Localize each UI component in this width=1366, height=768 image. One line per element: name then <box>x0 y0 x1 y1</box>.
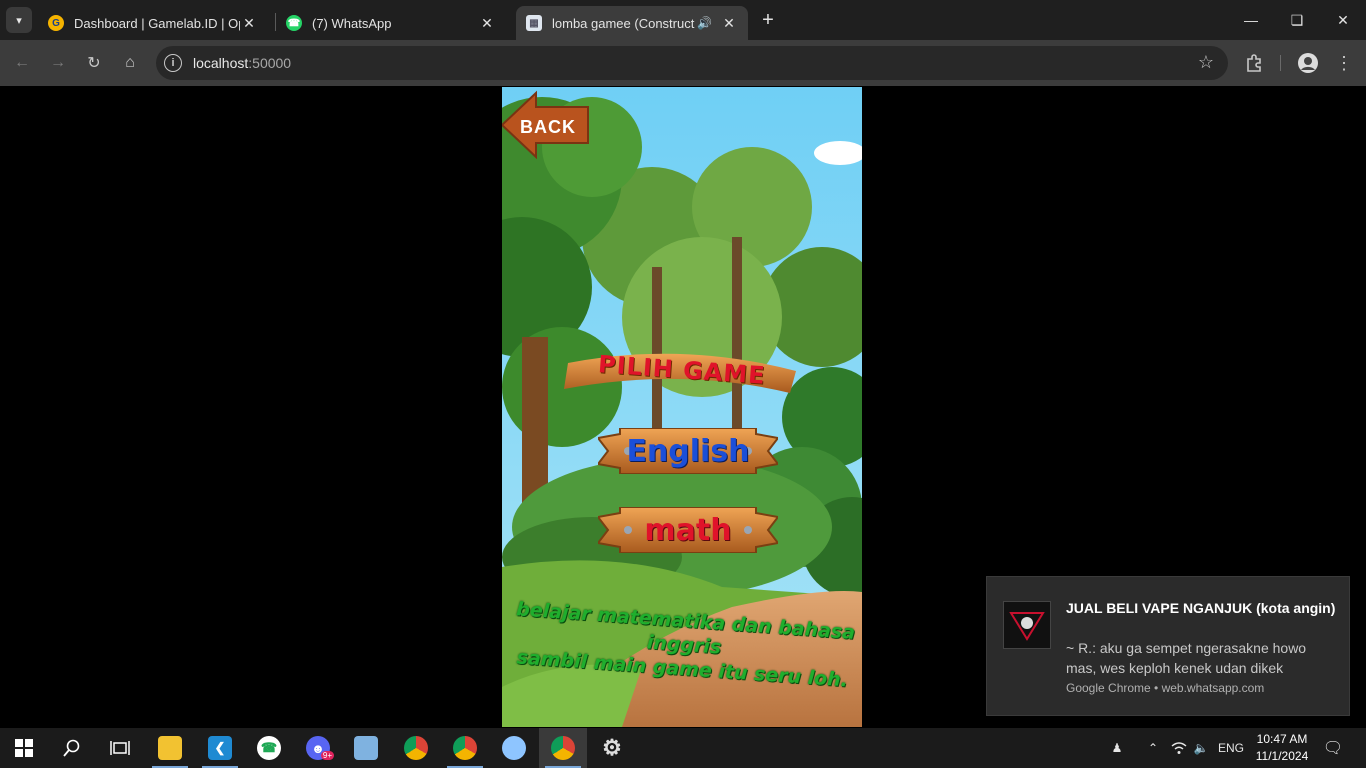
speaker-icon[interactable]: 🔊 <box>697 16 712 30</box>
title-sign: PILIH GAME <box>562 345 802 395</box>
tab-title: lomba gamee (Construct 2 pre <box>552 15 697 31</box>
chrome-active-button[interactable] <box>539 728 587 768</box>
notification-title: JUAL BELI VAPE NGANJUK (kota angin) <box>1066 600 1336 616</box>
chrome-icon <box>404 736 428 760</box>
chevron-up-icon[interactable]: ⌃ <box>1142 728 1164 768</box>
address-bar[interactable]: i localhost:50000 ☆ <box>156 46 1228 80</box>
close-icon[interactable]: ✕ <box>478 14 496 32</box>
tab-whatsapp[interactable]: ☎ (7) WhatsApp ✕ <box>276 6 506 40</box>
notepad-icon <box>354 736 378 760</box>
notepad-button[interactable] <box>342 728 390 768</box>
task-view-button[interactable] <box>96 728 144 768</box>
whatsapp-icon: ☎ <box>257 736 281 760</box>
tab-title: (7) WhatsApp <box>312 15 392 31</box>
file-explorer-button[interactable] <box>146 728 194 768</box>
wifi-icon[interactable] <box>1168 728 1190 768</box>
bookmark-star-icon[interactable]: ☆ <box>1198 52 1214 73</box>
url-port: :50000 <box>248 55 292 71</box>
notification-body: ~ R.: aku ga sempet ngerasakne howo mas,… <box>1066 640 1307 676</box>
folder-icon <box>158 736 182 760</box>
construct-icon: ▦ <box>526 15 542 31</box>
chrome-icon <box>551 736 575 760</box>
url-host: localhost <box>193 55 249 71</box>
tab-gamelab[interactable]: G Dashboard | Gamelab.ID | Optim ✕ <box>38 6 268 40</box>
vscode-icon: ❮ <box>208 736 232 760</box>
gear-icon: ⚙ <box>602 735 622 760</box>
whatsapp-app-button[interactable]: ☎ <box>245 728 293 768</box>
window-close-button[interactable]: ✕ <box>1320 0 1366 40</box>
forward-arrow-icon[interactable]: → <box>45 50 71 76</box>
tab-search-button[interactable]: ▾ <box>6 7 32 33</box>
paint-button[interactable] <box>490 728 538 768</box>
chrome-profile-button[interactable] <box>441 728 489 768</box>
back-arrow-icon[interactable]: ← <box>9 50 35 76</box>
discord-badge: 9+ <box>320 751 334 760</box>
menu-kebab-icon[interactable]: ⋮ <box>1331 50 1357 76</box>
windows-logo-icon <box>15 739 33 757</box>
english-button-label: English <box>626 433 750 469</box>
profile-avatar[interactable] <box>1295 50 1321 76</box>
discord-button[interactable]: ☻ 9+ <box>294 728 342 768</box>
task-view-icon <box>110 741 130 755</box>
vscode-button[interactable]: ❮ <box>196 728 244 768</box>
extensions-icon[interactable] <box>1241 50 1267 76</box>
home-icon[interactable]: ⌂ <box>117 50 143 76</box>
site-info-icon[interactable]: i <box>164 54 182 72</box>
restore-button[interactable]: ❏ <box>1274 0 1320 40</box>
tab-strip: ▾ G Dashboard | Gamelab.ID | Optim ✕ ☎ (… <box>0 0 1366 40</box>
action-center-icon[interactable]: 🗨 <box>1320 728 1346 768</box>
notification-source: Google Chrome • web.whatsapp.com <box>1066 681 1265 695</box>
new-tab-button[interactable]: + <box>756 8 780 32</box>
game-canvas[interactable]: BACK PILIH GAME English math belajar mat… <box>502 87 862 727</box>
back-button[interactable]: BACK <box>502 89 592 159</box>
language-indicator[interactable]: ENG <box>1214 728 1248 768</box>
minimize-button[interactable]: — <box>1228 0 1274 40</box>
volume-icon[interactable]: 🔈 <box>1190 728 1212 768</box>
taskbar: ❮ ☎ ☻ 9+ ⚙ ♟ ⌃ 🔈 ENG 10:47 AM 11/1/2024 … <box>0 728 1366 768</box>
toolbar-separator <box>1280 55 1281 71</box>
tab-construct[interactable]: ▦ lomba gamee (Construct 2 pre 🔊 ✕ <box>516 6 748 40</box>
paint-palette-icon <box>502 736 526 760</box>
gamelab-icon: G <box>48 15 64 31</box>
chrome-icon <box>453 736 477 760</box>
tab-title: Dashboard | Gamelab.ID | Optim <box>74 15 240 31</box>
people-icon[interactable]: ♟ <box>1104 728 1130 768</box>
whatsapp-icon: ☎ <box>286 15 302 31</box>
search-button[interactable] <box>48 728 96 768</box>
windows-start-button[interactable] <box>0 728 48 768</box>
clock-time: 10:47 AM <box>1256 732 1308 746</box>
back-label: BACK <box>520 117 576 137</box>
english-button[interactable]: English <box>598 428 778 474</box>
url-text[interactable]: localhost:50000 <box>193 55 291 71</box>
math-button[interactable]: math <box>598 507 778 553</box>
settings-button[interactable]: ⚙ <box>588 728 636 768</box>
reload-icon[interactable]: ↻ <box>81 50 107 76</box>
browser-toolbar: ← → ↻ ⌂ i localhost:50000 ☆ ⋮ <box>0 40 1366 86</box>
search-icon <box>63 739 80 757</box>
group-avatar-icon <box>1003 601 1051 649</box>
math-button-label: math <box>644 512 732 548</box>
chrome-button[interactable] <box>392 728 440 768</box>
system-clock[interactable]: 10:47 AM 11/1/2024 <box>1252 731 1312 765</box>
close-icon[interactable]: ✕ <box>720 14 738 32</box>
close-icon[interactable]: ✕ <box>240 14 258 32</box>
clock-date: 11/1/2024 <box>1255 749 1309 763</box>
notification-toast[interactable]: JUAL BELI VAPE NGANJUK (kota angin) ~ R.… <box>986 576 1350 716</box>
